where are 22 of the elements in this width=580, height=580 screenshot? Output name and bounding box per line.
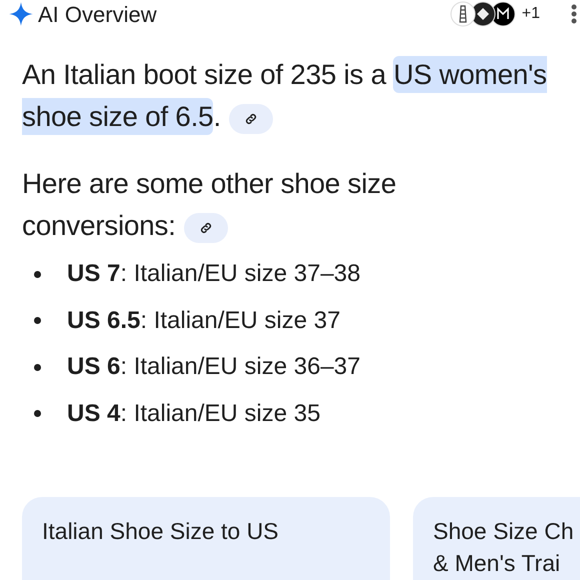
card-title: Shoe Size Ch & Men's Trai [433,517,575,578]
bullet-icon [34,364,41,371]
intro-text: Here are some other shoe size conversions: [22,167,398,245]
conversion-text: US 7: Italian/EU size 37–38 [67,259,360,290]
conversion-text: US 6.5: Italian/EU size 37 [67,306,340,336]
conversion-text: US 4: Italian/EU size 35 [67,398,320,429]
card-title: Italian Shoe Size to US [42,517,280,546]
more-icon[interactable] [570,3,578,25]
link-button[interactable] [184,212,228,243]
link-button[interactable] [228,104,273,134]
bullet-icon [34,317,41,324]
link-icon [244,112,258,126]
conversion-text: US 6: Italian/EU size 36–37 [67,352,360,382]
source-icon[interactable] [450,1,476,27]
more-sources-count[interactable]: +1 [522,2,540,26]
bullet-icon [34,410,41,418]
link-icon [198,220,213,235]
sparkle-icon [8,1,34,27]
bullet-icon [34,270,41,278]
source-card[interactable]: Shoe Size Ch & Men's Trai [413,497,580,580]
source-card[interactable]: Italian Shoe Size to US [22,497,390,580]
overview-title: AI Overview [38,0,157,28]
